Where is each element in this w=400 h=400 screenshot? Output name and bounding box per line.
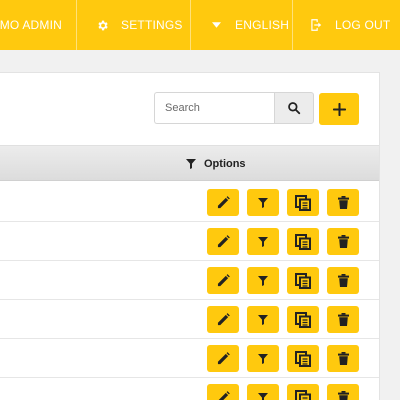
table-row xyxy=(0,261,379,300)
copy-icon xyxy=(295,311,311,328)
copy-icon xyxy=(295,194,311,211)
logout-button[interactable]: LOG OUT xyxy=(293,0,400,50)
options-header-label: Options xyxy=(204,158,246,170)
search-icon xyxy=(287,101,301,115)
filter-icon xyxy=(258,236,268,247)
trash-icon xyxy=(337,352,349,365)
logout-icon xyxy=(309,18,323,32)
copy-button[interactable] xyxy=(287,306,319,333)
filter-button[interactable] xyxy=(247,306,279,333)
copy-icon xyxy=(295,233,311,250)
table-row xyxy=(0,183,379,222)
trash-icon xyxy=(337,391,349,400)
filter-button[interactable] xyxy=(247,384,279,400)
language-label: ENGLISH xyxy=(235,18,290,32)
settings-menu[interactable]: SETTINGS xyxy=(77,0,191,50)
copy-icon xyxy=(295,272,311,289)
edit-button[interactable] xyxy=(207,267,239,294)
filter-icon xyxy=(186,159,196,169)
pencil-icon xyxy=(217,352,230,365)
delete-button[interactable] xyxy=(327,189,359,216)
copy-icon xyxy=(295,350,311,367)
edit-button[interactable] xyxy=(207,345,239,372)
add-button[interactable] xyxy=(319,93,359,125)
filter-icon xyxy=(258,392,268,400)
caret-down-icon xyxy=(209,18,223,32)
filter-icon xyxy=(258,353,268,364)
search-group xyxy=(154,92,314,124)
search-input[interactable] xyxy=(154,92,274,124)
filter-button[interactable] xyxy=(247,189,279,216)
edit-button[interactable] xyxy=(207,384,239,400)
table-row xyxy=(0,378,379,400)
trash-icon xyxy=(337,274,349,287)
trash-icon xyxy=(337,235,349,248)
language-menu[interactable]: ENGLISH xyxy=(191,0,293,50)
content-panel: Options xyxy=(0,72,380,400)
table-row xyxy=(0,300,379,339)
delete-button[interactable] xyxy=(327,306,359,333)
edit-button[interactable] xyxy=(207,306,239,333)
trash-icon xyxy=(337,196,349,209)
delete-button[interactable] xyxy=(327,384,359,400)
pencil-icon xyxy=(217,235,230,248)
filter-button[interactable] xyxy=(247,228,279,255)
gear-icon xyxy=(95,18,109,32)
settings-label: SETTINGS xyxy=(121,18,183,32)
filter-icon xyxy=(258,314,268,325)
copy-icon xyxy=(295,389,311,400)
delete-button[interactable] xyxy=(327,345,359,372)
pencil-icon xyxy=(217,274,230,287)
filter-icon xyxy=(258,197,268,208)
copy-button[interactable] xyxy=(287,384,319,400)
trash-icon xyxy=(337,313,349,326)
delete-button[interactable] xyxy=(327,267,359,294)
pencil-icon xyxy=(217,196,230,209)
logout-label: LOG OUT xyxy=(335,18,391,32)
table-header: Options xyxy=(0,145,379,181)
edit-button[interactable] xyxy=(207,228,239,255)
user-menu[interactable]: DEMO ADMIN xyxy=(0,0,77,50)
copy-button[interactable] xyxy=(287,189,319,216)
edit-button[interactable] xyxy=(207,189,239,216)
options-column-header[interactable]: Options xyxy=(186,146,246,182)
pencil-icon xyxy=(217,391,230,400)
top-navigation-bar: DEMO ADMIN SETTINGS ENGLISH LOG OUT xyxy=(0,0,400,50)
table-row xyxy=(0,339,379,378)
user-menu-label: DEMO ADMIN xyxy=(0,18,62,32)
filter-button[interactable] xyxy=(247,345,279,372)
copy-button[interactable] xyxy=(287,345,319,372)
search-button[interactable] xyxy=(274,92,314,124)
pencil-icon xyxy=(217,313,230,326)
delete-button[interactable] xyxy=(327,228,359,255)
filter-icon xyxy=(258,275,268,286)
copy-button[interactable] xyxy=(287,267,319,294)
plus-icon xyxy=(332,102,346,116)
copy-button[interactable] xyxy=(287,228,319,255)
filter-button[interactable] xyxy=(247,267,279,294)
table-row xyxy=(0,222,379,261)
